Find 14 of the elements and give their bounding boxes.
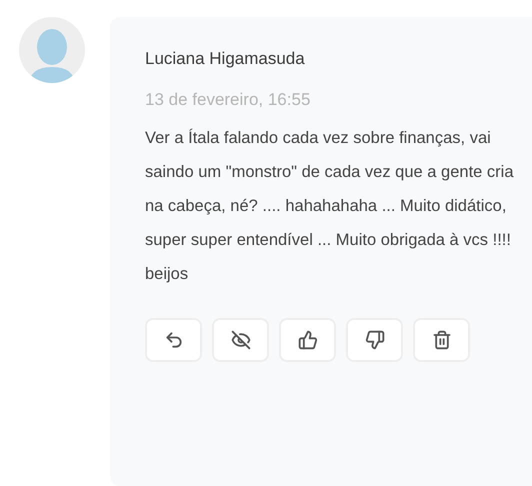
comment-date: 13 de fevereiro, 16:55 (145, 89, 312, 111)
hide-button[interactable] (212, 318, 269, 362)
person-silhouette-icon (29, 27, 75, 83)
eye-off-icon (230, 330, 250, 350)
author-name: Luciana Higamasuda (145, 48, 306, 70)
dislike-button[interactable] (346, 318, 403, 362)
thumbs-up-icon (298, 330, 318, 350)
trash-icon (432, 330, 452, 350)
delete-button[interactable] (413, 318, 470, 362)
like-button[interactable] (279, 318, 336, 362)
reply-button[interactable] (145, 318, 202, 362)
thumbs-down-icon (364, 330, 384, 350)
comment-text: Ver a Ítala falando cada vez sobre finanças, vai saindo um "monstro" de cada vez que a gente cria na cabeça, né? .... hahahahaha ... Muito didático, super super entendível ... Muito obrigada à vcs !!!! beijos (145, 128, 515, 285)
reply-icon (164, 330, 184, 350)
